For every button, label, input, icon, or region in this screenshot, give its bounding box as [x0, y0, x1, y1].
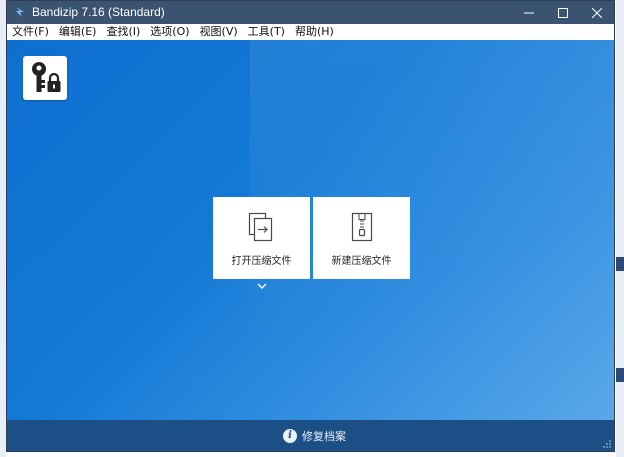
- open-archive-label: 打开压缩文件: [231, 256, 292, 267]
- chevron-down-icon[interactable]: [257, 282, 267, 290]
- window-title: Bandizip 7.16 (Standard): [32, 5, 165, 19]
- new-archive-button[interactable]: 新建压缩文件: [313, 197, 410, 279]
- menu-find[interactable]: 查找(I): [101, 24, 145, 40]
- menu-edit[interactable]: 编辑(E): [54, 24, 102, 40]
- menu-bar: 文件(F) 编辑(E) 查找(I) 选项(O) 视图(V) 工具(T) 帮助(H…: [7, 24, 614, 40]
- bandizip-app-icon: [16, 7, 24, 17]
- password-manager-button[interactable]: [23, 56, 67, 100]
- bandizip-window: Bandizip 7.16 (Standard) 文件(F) 编辑(E) 查找(…: [6, 0, 615, 452]
- close-button[interactable]: [580, 1, 614, 24]
- footer-bar: i 修复档案: [7, 420, 614, 451]
- minimize-button[interactable]: [512, 1, 546, 24]
- menu-file[interactable]: 文件(F): [7, 24, 54, 40]
- close-icon: [592, 7, 602, 18]
- maximize-icon: [558, 7, 568, 18]
- repair-archive-button[interactable]: i 修复档案: [283, 428, 346, 444]
- maximize-button[interactable]: [546, 1, 580, 24]
- menu-help[interactable]: 帮助(H): [290, 24, 339, 40]
- new-archive-icon: [351, 212, 373, 242]
- main-panel: 打开压缩文件 新建压缩文件: [7, 40, 614, 420]
- open-archive-icon: [248, 212, 273, 242]
- title-bar[interactable]: Bandizip 7.16 (Standard): [7, 1, 614, 24]
- info-icon: i: [283, 429, 297, 443]
- repair-archive-label: 修复档案: [302, 430, 346, 443]
- resize-grip-icon[interactable]: [601, 438, 611, 448]
- menu-tools[interactable]: 工具(T): [243, 24, 290, 40]
- desktop-edge-right: [616, 0, 624, 457]
- key-lock-icon: [32, 62, 61, 92]
- menu-options[interactable]: 选项(O): [145, 24, 194, 40]
- menu-view[interactable]: 视图(V): [195, 24, 243, 40]
- open-archive-button[interactable]: 打开压缩文件: [213, 197, 310, 279]
- new-archive-label: 新建压缩文件: [331, 256, 392, 267]
- minimize-icon: [524, 12, 534, 13]
